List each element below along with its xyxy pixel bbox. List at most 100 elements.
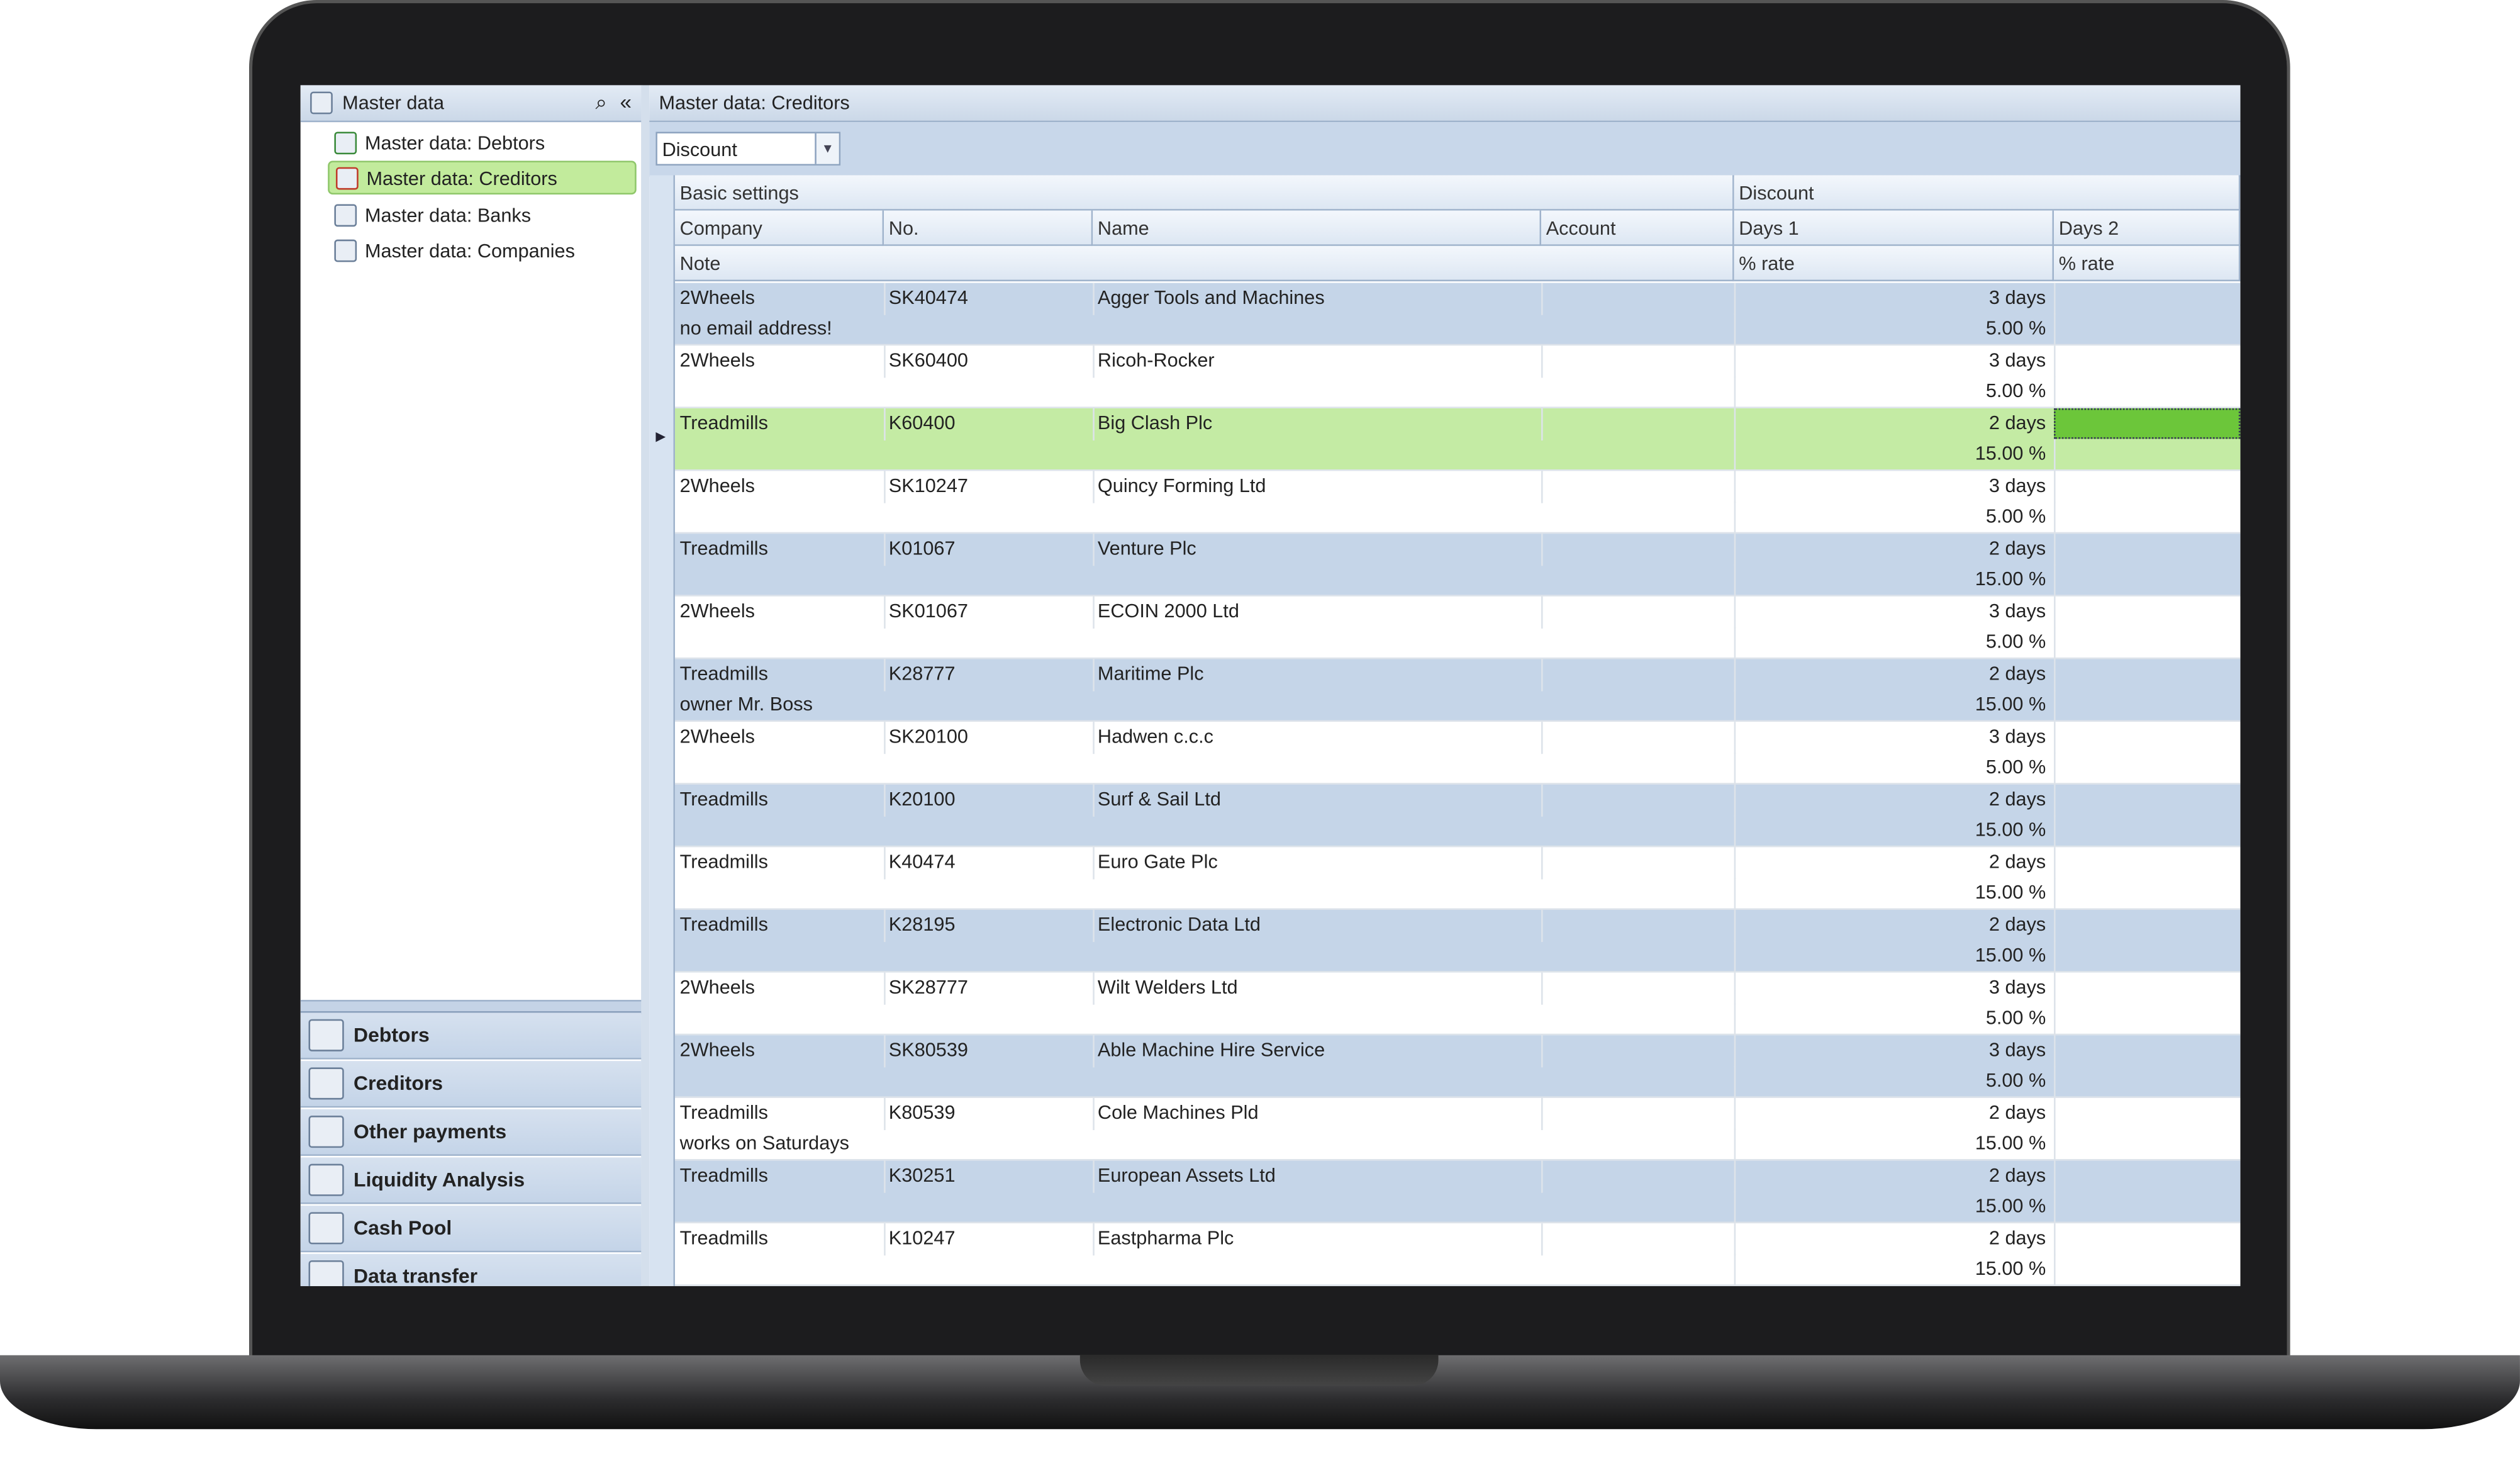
cell-name[interactable]: Wilt Welders Ltd: [1093, 973, 1541, 1004]
table-row[interactable]: 2Wheels SK60400 Ricoh-Rocker 3 days 5.00 %: [675, 345, 2241, 408]
cell-rate1[interactable]: 15.00 %: [1734, 1254, 2054, 1285]
cell-note[interactable]: works on Saturdays: [675, 1128, 1734, 1159]
col-days2[interactable]: Days 2: [2054, 210, 2241, 246]
chevron-down-icon[interactable]: ▼: [815, 133, 839, 164]
panel-splitter[interactable]: [641, 85, 650, 1286]
cell-company[interactable]: Treadmills: [675, 785, 884, 815]
table-row[interactable]: Treadmills K40474 Euro Gate Plc 2 days 15.00…: [675, 847, 2241, 910]
cell-note[interactable]: [675, 501, 1734, 532]
cell-account[interactable]: [1541, 471, 1734, 502]
cell-name[interactable]: Maritime Plc: [1093, 659, 1541, 690]
cell-account[interactable]: [1541, 534, 1734, 564]
cell-account[interactable]: [1541, 1161, 1734, 1192]
table-row[interactable]: Treadmills K01067 Venture Plc 2 days 15.00 %: [675, 534, 2241, 597]
cell-account[interactable]: [1541, 597, 1734, 627]
cell-company[interactable]: Treadmills: [675, 408, 884, 439]
cell-note[interactable]: [675, 627, 1734, 658]
cell-note[interactable]: [675, 1003, 1734, 1034]
cell-days1[interactable]: 2 days: [1734, 910, 2054, 941]
col-rate1[interactable]: % rate: [1734, 245, 2054, 282]
cell-company[interactable]: Treadmills: [675, 1098, 884, 1129]
cell-rate1[interactable]: 5.00 %: [1734, 313, 2054, 344]
col-name[interactable]: Name: [1093, 210, 1542, 246]
search-icon[interactable]: ⌕: [596, 90, 608, 116]
tree-item-banks[interactable]: Master data: Banks: [328, 198, 637, 232]
module-liquidity-analysis[interactable]: Liquidity Analysis: [300, 1157, 642, 1204]
col-account[interactable]: Account: [1541, 210, 1734, 246]
cell-rate1[interactable]: 15.00 %: [1734, 1128, 2054, 1159]
cell-name[interactable]: Surf & Sail Ltd: [1093, 785, 1541, 815]
cell-note[interactable]: [675, 439, 1734, 469]
cell-days1[interactable]: 2 days: [1734, 847, 2054, 878]
cell-company[interactable]: 2Wheels: [675, 973, 884, 1004]
cell-name[interactable]: Euro Gate Plc: [1093, 847, 1541, 878]
cell-account[interactable]: [1541, 659, 1734, 690]
table-row[interactable]: Treadmills K10247 Eastpharma Plc 2 days 15.0…: [675, 1223, 2241, 1286]
cell-note[interactable]: [675, 1254, 1734, 1285]
cell-no[interactable]: K40474: [884, 847, 1093, 878]
cell-company[interactable]: Treadmills: [675, 1161, 884, 1192]
col-note[interactable]: Note: [675, 245, 1734, 282]
cell-no[interactable]: SK40474: [884, 283, 1093, 314]
cell-days1[interactable]: 2 days: [1734, 785, 2054, 815]
cell-no[interactable]: SK10247: [884, 471, 1093, 502]
col-no[interactable]: No.: [884, 210, 1093, 246]
cell-note[interactable]: [675, 941, 1734, 972]
cell-no[interactable]: K01067: [884, 534, 1093, 564]
cell-company[interactable]: Treadmills: [675, 534, 884, 564]
module-cash-pool[interactable]: Cash Pool: [300, 1206, 642, 1253]
cell-account[interactable]: [1541, 973, 1734, 1004]
cell-name[interactable]: Venture Plc: [1093, 534, 1541, 564]
cell-no[interactable]: K28777: [884, 659, 1093, 690]
table-row[interactable]: 2Wheels SK01067 ECOIN 2000 Ltd 3 days 5.00 %: [675, 596, 2241, 659]
tree-item-debtors[interactable]: Master data: Debtors: [328, 125, 637, 159]
cell-company[interactable]: Treadmills: [675, 1223, 884, 1254]
cell-account[interactable]: [1541, 847, 1734, 878]
cell-account[interactable]: [1541, 1223, 1734, 1254]
table-row[interactable]: Treadmills K20100 Surf & Sail Ltd 2 days 15.…: [675, 784, 2241, 848]
cell-days1[interactable]: 3 days: [1734, 471, 2054, 502]
cell-rate1[interactable]: 5.00 %: [1734, 376, 2054, 407]
cell-days1[interactable]: 3 days: [1734, 1035, 2054, 1066]
cell-name[interactable]: Agger Tools and Machines: [1093, 283, 1541, 314]
cell-no[interactable]: K28195: [884, 910, 1093, 941]
table-row[interactable]: Treadmills K28777 Maritime Plc 2 days owner …: [675, 659, 2241, 722]
cell-name[interactable]: Able Machine Hire Service: [1093, 1035, 1541, 1066]
cell-company[interactable]: 2Wheels: [675, 1035, 884, 1066]
cell-no[interactable]: K30251: [884, 1161, 1093, 1192]
cell-note[interactable]: [675, 1191, 1734, 1222]
cell-name[interactable]: Eastpharma Plc: [1093, 1223, 1541, 1254]
col-days1[interactable]: Days 1: [1734, 210, 2054, 246]
cell-note[interactable]: [675, 1066, 1734, 1097]
cell-rate1[interactable]: 5.00 %: [1734, 753, 2054, 783]
cell-no[interactable]: K20100: [884, 785, 1093, 815]
cell-no[interactable]: SK28777: [884, 973, 1093, 1004]
cell-name[interactable]: Cole Machines Pld: [1093, 1098, 1541, 1129]
cell-no[interactable]: SK80539: [884, 1035, 1093, 1066]
cell-days1[interactable]: 3 days: [1734, 973, 2054, 1004]
cell-name[interactable]: Hadwen c.c.c: [1093, 722, 1541, 753]
cell-note[interactable]: owner Mr. Boss: [675, 690, 1734, 720]
cell-note[interactable]: [675, 753, 1734, 783]
table-row[interactable]: 2Wheels SK10247 Quincy Forming Ltd 3 days 5.…: [675, 471, 2241, 534]
cell-rate1[interactable]: 15.00 %: [1734, 878, 2054, 909]
cell-company[interactable]: 2Wheels: [675, 345, 884, 376]
cell-no[interactable]: K10247: [884, 1223, 1093, 1254]
cell-name[interactable]: Quincy Forming Ltd: [1093, 471, 1541, 502]
table-row[interactable]: 2Wheels SK28777 Wilt Welders Ltd 3 days 5.00…: [675, 972, 2241, 1036]
cell-account[interactable]: [1541, 1098, 1734, 1129]
module-debtors[interactable]: Debtors: [300, 1012, 642, 1060]
cell-account[interactable]: [1541, 345, 1734, 376]
cell-company[interactable]: Treadmills: [675, 910, 884, 941]
cell-note[interactable]: [675, 878, 1734, 909]
cell-account[interactable]: [1541, 722, 1734, 753]
module-other-payments[interactable]: Other payments: [300, 1109, 642, 1156]
cell-no[interactable]: K60400: [884, 408, 1093, 439]
cell-no[interactable]: SK01067: [884, 597, 1093, 627]
cell-rate1[interactable]: 5.00 %: [1734, 627, 2054, 658]
module-creditors[interactable]: Creditors: [300, 1061, 642, 1108]
cell-rate1[interactable]: 15.00 %: [1734, 815, 2054, 846]
tree-item-companies[interactable]: Master data: Companies: [328, 233, 637, 267]
table-row[interactable]: Treadmills K80539 Cole Machines Pld 2 days w…: [675, 1097, 2241, 1161]
view-select[interactable]: Discount ▼: [655, 132, 841, 166]
